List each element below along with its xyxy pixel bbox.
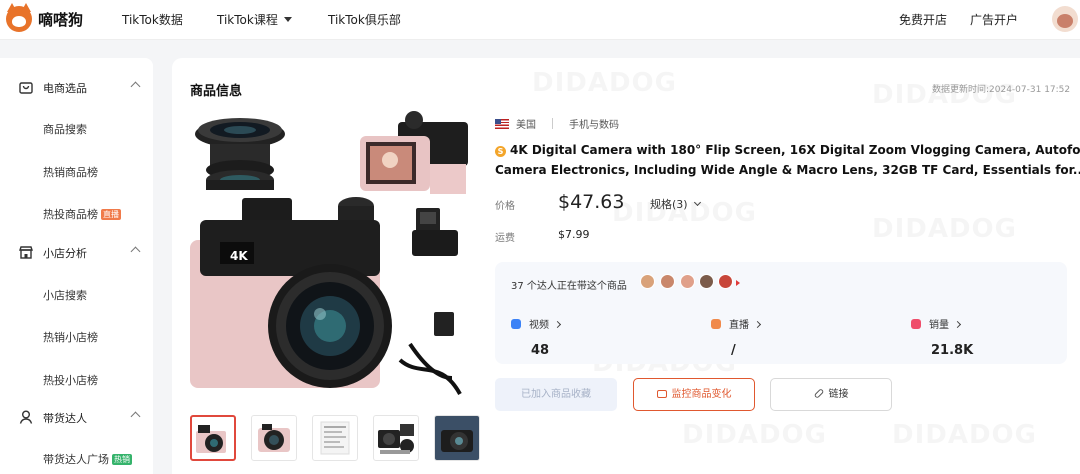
sidebar-group-label: 带货达人 (43, 412, 87, 425)
sidebar-item-product-search[interactable]: 商品搜索 (43, 121, 87, 137)
ad-account-link[interactable]: 广告开户 (970, 11, 1018, 28)
section-title: 商品信息 (190, 84, 243, 99)
product-title-text-1: 4K Digital Camera with 180° Flip Screen,… (510, 143, 1080, 157)
link-label: 链接 (828, 389, 849, 400)
monitor-label: 监控商品变化 (671, 389, 732, 400)
link-icon (813, 388, 824, 399)
chevron-right-icon (553, 320, 562, 329)
nav-tiktok-course[interactable]: TikTok课程 (217, 11, 292, 28)
shipping-value: $7.99 (558, 228, 590, 241)
sidebar-group-label: 电商选品 (43, 82, 87, 95)
stat-video-value: 48 (531, 343, 550, 358)
video-icon (511, 319, 521, 329)
status-badge: 热销 (112, 454, 132, 465)
live-icon (711, 319, 721, 329)
logo[interactable]: 嘀嗒狗 (6, 3, 84, 32)
nav-tiktok-data[interactable]: TikTok数据 (122, 11, 183, 28)
creator-avatar[interactable] (660, 274, 675, 289)
chevron-right-icon (753, 320, 762, 329)
sidebar: 电商选品 商品搜索 热销商品榜 热投商品榜 直播 小店分析 小店搜索 热销小店榜 … (0, 58, 153, 474)
watermark: DIDADOG (872, 214, 1017, 244)
divider (552, 118, 553, 129)
stat-label: 视频 (529, 320, 549, 331)
us-flag-icon (495, 118, 509, 129)
chevron-up-icon (130, 411, 141, 422)
sidebar-item-hot-shops[interactable]: 热销小店榜 (43, 329, 98, 345)
country-label: 美国 (516, 120, 536, 131)
play-arrow-icon[interactable] (736, 280, 740, 286)
sidebar-item-label: 热投商品榜 (43, 208, 98, 221)
thumbnail-strip (190, 415, 480, 461)
user-avatar[interactable] (1052, 6, 1078, 32)
product-info-card: DIDADOG DIDADOG DIDADOG DIDADOG DIDADOG … (172, 58, 1080, 474)
favorited-button[interactable]: 已加入商品收藏 (495, 378, 617, 411)
free-trial-link[interactable]: 免费开店 (899, 11, 947, 28)
dog-logo-icon (6, 3, 32, 32)
product-meta: 美国 手机与数码 (495, 116, 619, 131)
shopping-bag-icon (19, 82, 33, 94)
stat-live-value: / (731, 343, 736, 358)
watermark: DIDADOG (892, 420, 1037, 450)
thumbnail-4[interactable] (373, 415, 419, 461)
thumbnail-5[interactable] (434, 415, 480, 461)
chevron-up-icon (130, 81, 141, 92)
sidebar-group-label: 小店分析 (43, 247, 87, 260)
caret-down-icon (283, 17, 292, 22)
sidebar-item-label: 带货达人广场 (43, 453, 109, 466)
creator-stats-panel: 37 个达人正在带这个商品 视频 48 直播 / 销量 21.8K (495, 262, 1067, 364)
monitor-icon (656, 390, 667, 398)
sales-icon (911, 319, 921, 329)
spec-label: 规格(3) (650, 198, 688, 211)
sidebar-item-top-ad-products[interactable]: 热投商品榜 直播 (43, 206, 121, 222)
svg-text:4K: 4K (230, 249, 248, 263)
sidebar-item-top-ad-shops[interactable]: 热投小店榜 (43, 372, 98, 388)
coin-icon: S (495, 146, 506, 157)
thumbnail-2[interactable] (251, 415, 297, 461)
stat-label: 直播 (729, 320, 749, 331)
data-updated-time: 数据更新时间:2024-07-31 17:52 (932, 85, 1071, 95)
price-label: 价格 (495, 201, 515, 212)
sidebar-group-product-selection[interactable]: 电商选品 (0, 78, 153, 98)
creator-avatar[interactable] (680, 274, 695, 289)
category-label[interactable]: 手机与数码 (569, 116, 619, 131)
sidebar-group-creators[interactable]: 带货达人 (0, 408, 153, 428)
nav-tiktok-club[interactable]: TikTok俱乐部 (328, 11, 401, 28)
logo-text: 嘀嗒狗 (38, 10, 84, 29)
person-icon (19, 410, 33, 424)
product-title-line-2: Camera Electronics, Including Wide Angle… (495, 163, 1080, 177)
chevron-right-icon (953, 320, 962, 329)
stat-sales-link[interactable]: 销量 (911, 316, 962, 331)
copy-link-button[interactable]: 链接 (770, 378, 892, 411)
creator-avatar[interactable] (699, 274, 714, 289)
sidebar-item-shop-search[interactable]: 小店搜索 (43, 287, 87, 303)
spec-dropdown[interactable]: 规格(3) (650, 196, 701, 212)
watermark: DIDADOG (532, 68, 677, 98)
thumbnail-1[interactable] (190, 415, 236, 461)
stat-label: 销量 (929, 320, 949, 331)
chevron-up-icon (130, 246, 141, 257)
shop-icon (19, 246, 33, 259)
shipping-label: 运费 (495, 233, 515, 244)
creator-avatar[interactable] (640, 274, 655, 289)
status-badge: 直播 (101, 209, 121, 220)
sidebar-item-creator-square[interactable]: 带货达人广场 热销 (43, 451, 132, 467)
sidebar-group-shop-analysis[interactable]: 小店分析 (0, 243, 153, 263)
stat-video-link[interactable]: 视频 (511, 316, 562, 331)
stat-sales-value: 21.8K (931, 343, 974, 358)
nav-tiktok-course-label: TikTok课程 (217, 13, 278, 27)
top-navigation-bar: 嘀嗒狗 TikTok数据 TikTok课程 TikTok俱乐部 免费开店 广告开… (0, 0, 1080, 40)
promoters-count-text: 37 个达人正在带这个商品 (511, 281, 627, 292)
watermark: DIDADOG (682, 420, 827, 450)
sidebar-item-hot-products[interactable]: 热销商品榜 (43, 164, 98, 180)
price-value: $47.63 (558, 191, 625, 213)
product-main-image[interactable]: 4K (190, 108, 472, 400)
creator-avatar[interactable] (718, 274, 733, 289)
thumbnail-3[interactable] (312, 415, 358, 461)
chevron-down-icon (693, 198, 701, 207)
stat-live-link[interactable]: 直播 (711, 316, 762, 331)
product-title-line-1: S 4K Digital Camera with 180° Flip Screen… (495, 140, 1080, 160)
monitor-product-button[interactable]: 监控商品变化 (633, 378, 755, 411)
